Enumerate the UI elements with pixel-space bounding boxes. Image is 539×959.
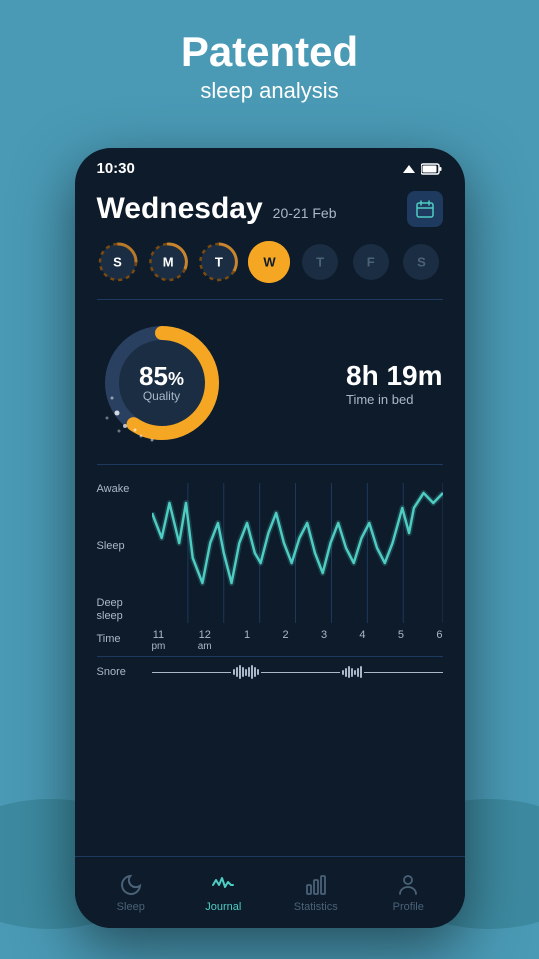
chart-x-labels: 11pm 12am 1 2 3 4 5 6 bbox=[152, 629, 443, 652]
header-subtitle: sleep analysis bbox=[0, 78, 539, 104]
x-label-3: 3 bbox=[321, 629, 327, 652]
day-label-friday: F bbox=[367, 255, 375, 270]
snore-label: Snore bbox=[97, 666, 152, 678]
x-label-11pm: 11pm bbox=[152, 629, 166, 652]
nav-label-statistics: Statistics bbox=[294, 901, 338, 913]
day-item-tuesday[interactable]: T bbox=[198, 241, 240, 283]
day-label-monday: M bbox=[163, 255, 174, 270]
snore-wave bbox=[152, 665, 443, 679]
x-label-4: 4 bbox=[359, 629, 365, 652]
x-label-1: 1 bbox=[244, 629, 250, 652]
day-label-tuesday: T bbox=[215, 255, 223, 270]
day-label-sunday: S bbox=[113, 255, 122, 270]
day-item-sunday[interactable]: S bbox=[97, 241, 139, 283]
bar-chart-icon bbox=[304, 873, 328, 897]
nav-item-profile[interactable]: Profile bbox=[362, 873, 455, 913]
snore-line-3 bbox=[364, 672, 443, 673]
signal-icon bbox=[401, 163, 417, 175]
x-label-12am: 12am bbox=[198, 629, 212, 652]
chart-area: Awake Sleep Deepsleep bbox=[97, 483, 443, 623]
nav-label-journal: Journal bbox=[205, 901, 241, 913]
sleep-chart-section: Awake Sleep Deepsleep bbox=[97, 483, 443, 687]
person-icon bbox=[396, 873, 420, 897]
time-in-bed-value: 8h 19m bbox=[346, 360, 443, 392]
day-item-wednesday[interactable]: W bbox=[248, 241, 290, 283]
date-header: Wednesday 20-21 Feb bbox=[97, 191, 443, 227]
x-label-2: 2 bbox=[282, 629, 288, 652]
sleep-stats: 8h 19m Time in bed bbox=[346, 360, 443, 407]
bottom-nav: Sleep Journal Statistics Profile bbox=[75, 856, 465, 928]
calendar-icon bbox=[415, 199, 435, 219]
x-spacer: Time bbox=[97, 629, 152, 652]
quality-label: Quality bbox=[139, 389, 184, 403]
time-label: Time bbox=[97, 633, 121, 645]
y-label-deep: Deepsleep bbox=[97, 597, 144, 623]
day-item-monday[interactable]: M bbox=[147, 241, 189, 283]
header-title: Patented bbox=[0, 28, 539, 76]
nav-label-sleep: Sleep bbox=[117, 901, 145, 913]
day-label-thursday: T bbox=[316, 255, 324, 270]
header-area: Patented sleep analysis bbox=[0, 0, 539, 122]
nav-item-statistics[interactable]: Statistics bbox=[270, 873, 363, 913]
calendar-button[interactable] bbox=[407, 191, 443, 227]
day-label-saturday: S bbox=[417, 255, 426, 270]
day-item-saturday[interactable]: S bbox=[400, 241, 442, 283]
wave-icon bbox=[211, 873, 235, 897]
status-time: 10:30 bbox=[97, 160, 135, 177]
moon-icon bbox=[119, 873, 143, 897]
snore-line-1 bbox=[152, 672, 231, 673]
day-item-thursday[interactable]: T bbox=[299, 241, 341, 283]
date-main: Wednesday 20-21 Feb bbox=[97, 192, 337, 226]
chart-y-labels: Awake Sleep Deepsleep bbox=[97, 483, 152, 623]
nav-label-profile: Profile bbox=[393, 901, 424, 913]
sleep-chart-svg bbox=[152, 483, 443, 623]
snore-line-2 bbox=[261, 672, 340, 673]
donut-center: 85% Quality bbox=[139, 363, 184, 403]
status-icons bbox=[401, 163, 443, 175]
battery-icon bbox=[421, 163, 443, 175]
status-bar: 10:30 bbox=[75, 148, 465, 183]
snore-section: Snore bbox=[97, 656, 443, 687]
nav-item-sleep[interactable]: Sleep bbox=[85, 873, 178, 913]
time-in-bed-label: Time in bed bbox=[346, 392, 443, 407]
day-selector: S M T bbox=[97, 241, 443, 300]
x-label-5: 5 bbox=[398, 629, 404, 652]
snore-burst-1 bbox=[233, 665, 259, 679]
chart-body bbox=[152, 483, 443, 623]
y-label-awake: Awake bbox=[97, 483, 144, 496]
x-label-6: 6 bbox=[436, 629, 442, 652]
day-name: Wednesday bbox=[97, 192, 263, 226]
quality-percent: 85% bbox=[139, 363, 184, 389]
sleep-quality-donut: 85% Quality bbox=[97, 318, 227, 448]
snore-burst-2 bbox=[342, 666, 362, 678]
nav-item-journal[interactable]: Journal bbox=[177, 873, 270, 913]
main-content: Wednesday 20-21 Feb bbox=[75, 183, 465, 687]
phone-mockup: 10:30 Wednesday 20-21 Feb bbox=[75, 148, 465, 928]
y-label-sleep: Sleep bbox=[97, 540, 144, 553]
chart-x-axis: Time 11pm 12am 1 2 3 4 5 6 bbox=[97, 629, 443, 652]
day-label-wednesday: W bbox=[263, 255, 275, 270]
date-range: 20-21 Feb bbox=[273, 205, 337, 221]
day-item-friday[interactable]: F bbox=[350, 241, 392, 283]
sleep-quality-section: 85% Quality 8h 19m Time in bed bbox=[97, 318, 443, 465]
